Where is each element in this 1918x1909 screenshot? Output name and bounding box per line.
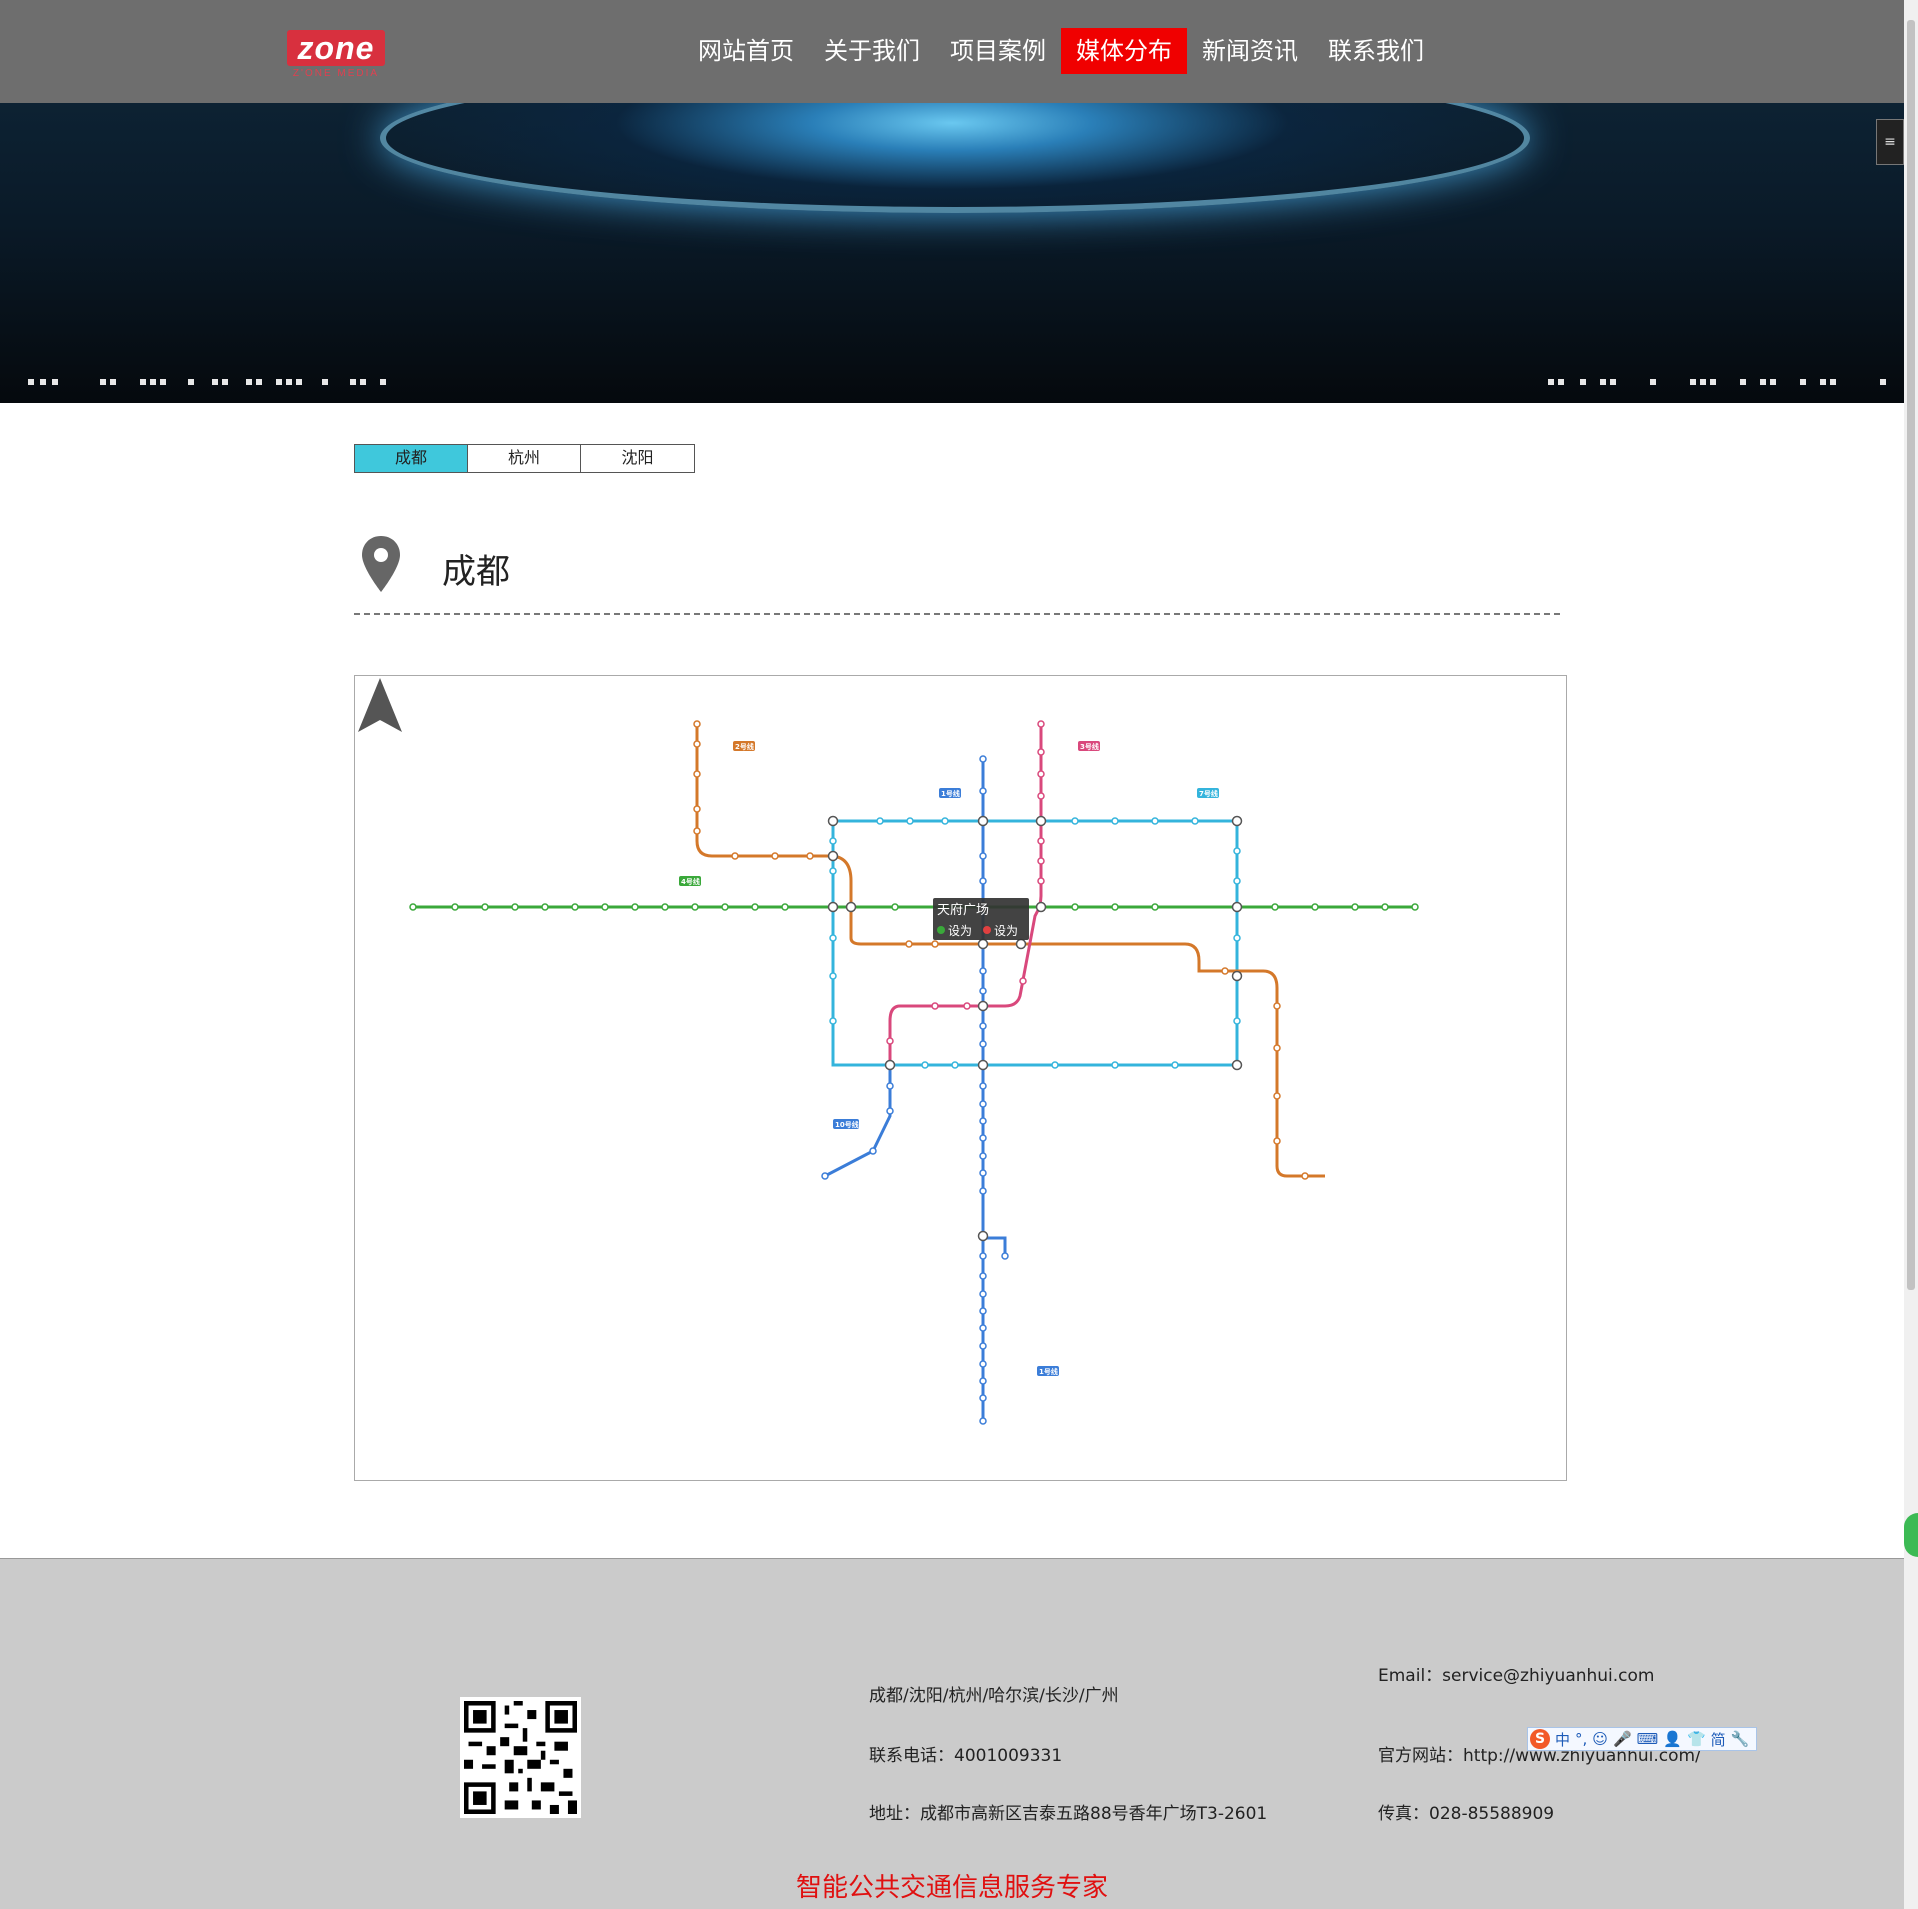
hero-banner: ≡ bbox=[0, 103, 1904, 403]
tab-shenyang[interactable]: 沈阳 bbox=[581, 445, 694, 472]
ime-simplified-toggle[interactable]: 简 bbox=[1711, 1729, 1726, 1750]
nav-item-cases[interactable]: 项目案例 bbox=[935, 28, 1061, 74]
metro-line-2 bbox=[695, 724, 1325, 1178]
metro-map-canvas: 2号线 3号线 1号线 7号线 4号线 10号线 1号线 天府广场 设为 设为 bbox=[409, 720, 1419, 1425]
line-label-3: 3号线 bbox=[1080, 742, 1099, 751]
metro-line-1 bbox=[981, 759, 1007, 1421]
footer-fax: 传真：028-85588909 bbox=[1378, 1804, 1555, 1824]
nav-item-home[interactable]: 网站首页 bbox=[683, 28, 809, 74]
ime-voice-icon[interactable]: 🎤 bbox=[1613, 1730, 1632, 1748]
footer-email[interactable]: Email：service@zhiyuanhui.com bbox=[1378, 1661, 1655, 1686]
ime-punctuation-toggle[interactable]: °, bbox=[1575, 1730, 1587, 1748]
nav-item-about[interactable]: 关于我们 bbox=[809, 28, 935, 74]
scrollbar-thumb[interactable] bbox=[1907, 20, 1915, 1290]
footer-slogan: 智能公共交通信息服务专家 bbox=[795, 1873, 1108, 1903]
ime-chinese-toggle[interactable]: 中 bbox=[1555, 1729, 1570, 1750]
side-menu-button[interactable]: ≡ bbox=[1876, 119, 1904, 165]
nav-item-news[interactable]: 新闻资讯 bbox=[1187, 28, 1313, 74]
city-heading: 成都 bbox=[354, 530, 1560, 615]
line-label-4: 4号线 bbox=[681, 877, 700, 886]
nav-item-media[interactable]: 媒体分布 bbox=[1061, 28, 1187, 74]
sogou-s-icon[interactable]: S bbox=[1530, 1729, 1550, 1749]
popup-set-start: 设为 bbox=[948, 924, 972, 938]
compass-arrow-icon[interactable] bbox=[355, 676, 405, 736]
ime-user-icon[interactable]: 👤 bbox=[1663, 1730, 1682, 1748]
footer-phone: 联系电话：4001009331 bbox=[869, 1746, 1063, 1766]
qr-code-icon bbox=[460, 1697, 581, 1818]
line-label-7: 7号线 bbox=[1199, 789, 1218, 798]
nav-item-contact[interactable]: 联系我们 bbox=[1313, 28, 1439, 74]
zone-media-logo[interactable]: zone Z'ONE MEDIA bbox=[287, 30, 385, 82]
city-tabs: 成都 杭州 沈阳 bbox=[354, 444, 695, 473]
metro-map[interactable]: 2号线 3号线 1号线 7号线 4号线 10号线 1号线 天府广场 设为 设为 bbox=[354, 675, 1567, 1481]
station-popup[interactable]: 天府广场 设为 设为 bbox=[933, 898, 1029, 940]
line-label-2: 2号线 bbox=[735, 742, 754, 751]
popup-set-end: 设为 bbox=[994, 924, 1018, 938]
logo-subtitle: Z'ONE MEDIA bbox=[292, 68, 380, 79]
banner-light-ring bbox=[380, 103, 1530, 213]
city-title: 成都 bbox=[442, 552, 510, 592]
ime-settings-icon[interactable]: 🔧 bbox=[1731, 1730, 1750, 1748]
main-nav: 网站首页 关于我们 项目案例 媒体分布 新闻资讯 联系我们 bbox=[683, 28, 1439, 74]
site-header: zone Z'ONE MEDIA 网站首页 关于我们 项目案例 媒体分布 新闻资… bbox=[0, 0, 1904, 103]
ime-keyboard-icon[interactable]: ⌨ bbox=[1637, 1730, 1659, 1748]
map-pin-icon bbox=[362, 536, 400, 592]
tab-chengdu[interactable]: 成都 bbox=[355, 445, 468, 472]
floating-badge[interactable] bbox=[1904, 1513, 1918, 1557]
popup-station-name: 天府广场 bbox=[937, 903, 989, 918]
line-label-10: 10号线 bbox=[835, 1120, 859, 1129]
logo-mark: zone bbox=[287, 30, 385, 66]
ime-skin-icon[interactable]: 👕 bbox=[1687, 1730, 1706, 1748]
line-label-1-south: 1号线 bbox=[1039, 1367, 1058, 1376]
metro-line-3 bbox=[888, 724, 1043, 1064]
ime-toolbar[interactable]: S 中 °, ☺ 🎤 ⌨ 👤 👕 简 🔧 bbox=[1527, 1727, 1757, 1751]
ime-emoji-icon[interactable]: ☺ bbox=[1592, 1730, 1608, 1748]
tab-hangzhou[interactable]: 杭州 bbox=[468, 445, 581, 472]
line-label-1: 1号线 bbox=[941, 789, 960, 798]
banner-light-dots bbox=[28, 379, 1886, 385]
footer-cities: 成都/沈阳/杭州/哈尔滨/长沙/广州 bbox=[869, 1686, 1119, 1706]
footer-address: 地址：成都市高新区吉泰五路88号香年广场T3-2601 bbox=[869, 1804, 1268, 1824]
